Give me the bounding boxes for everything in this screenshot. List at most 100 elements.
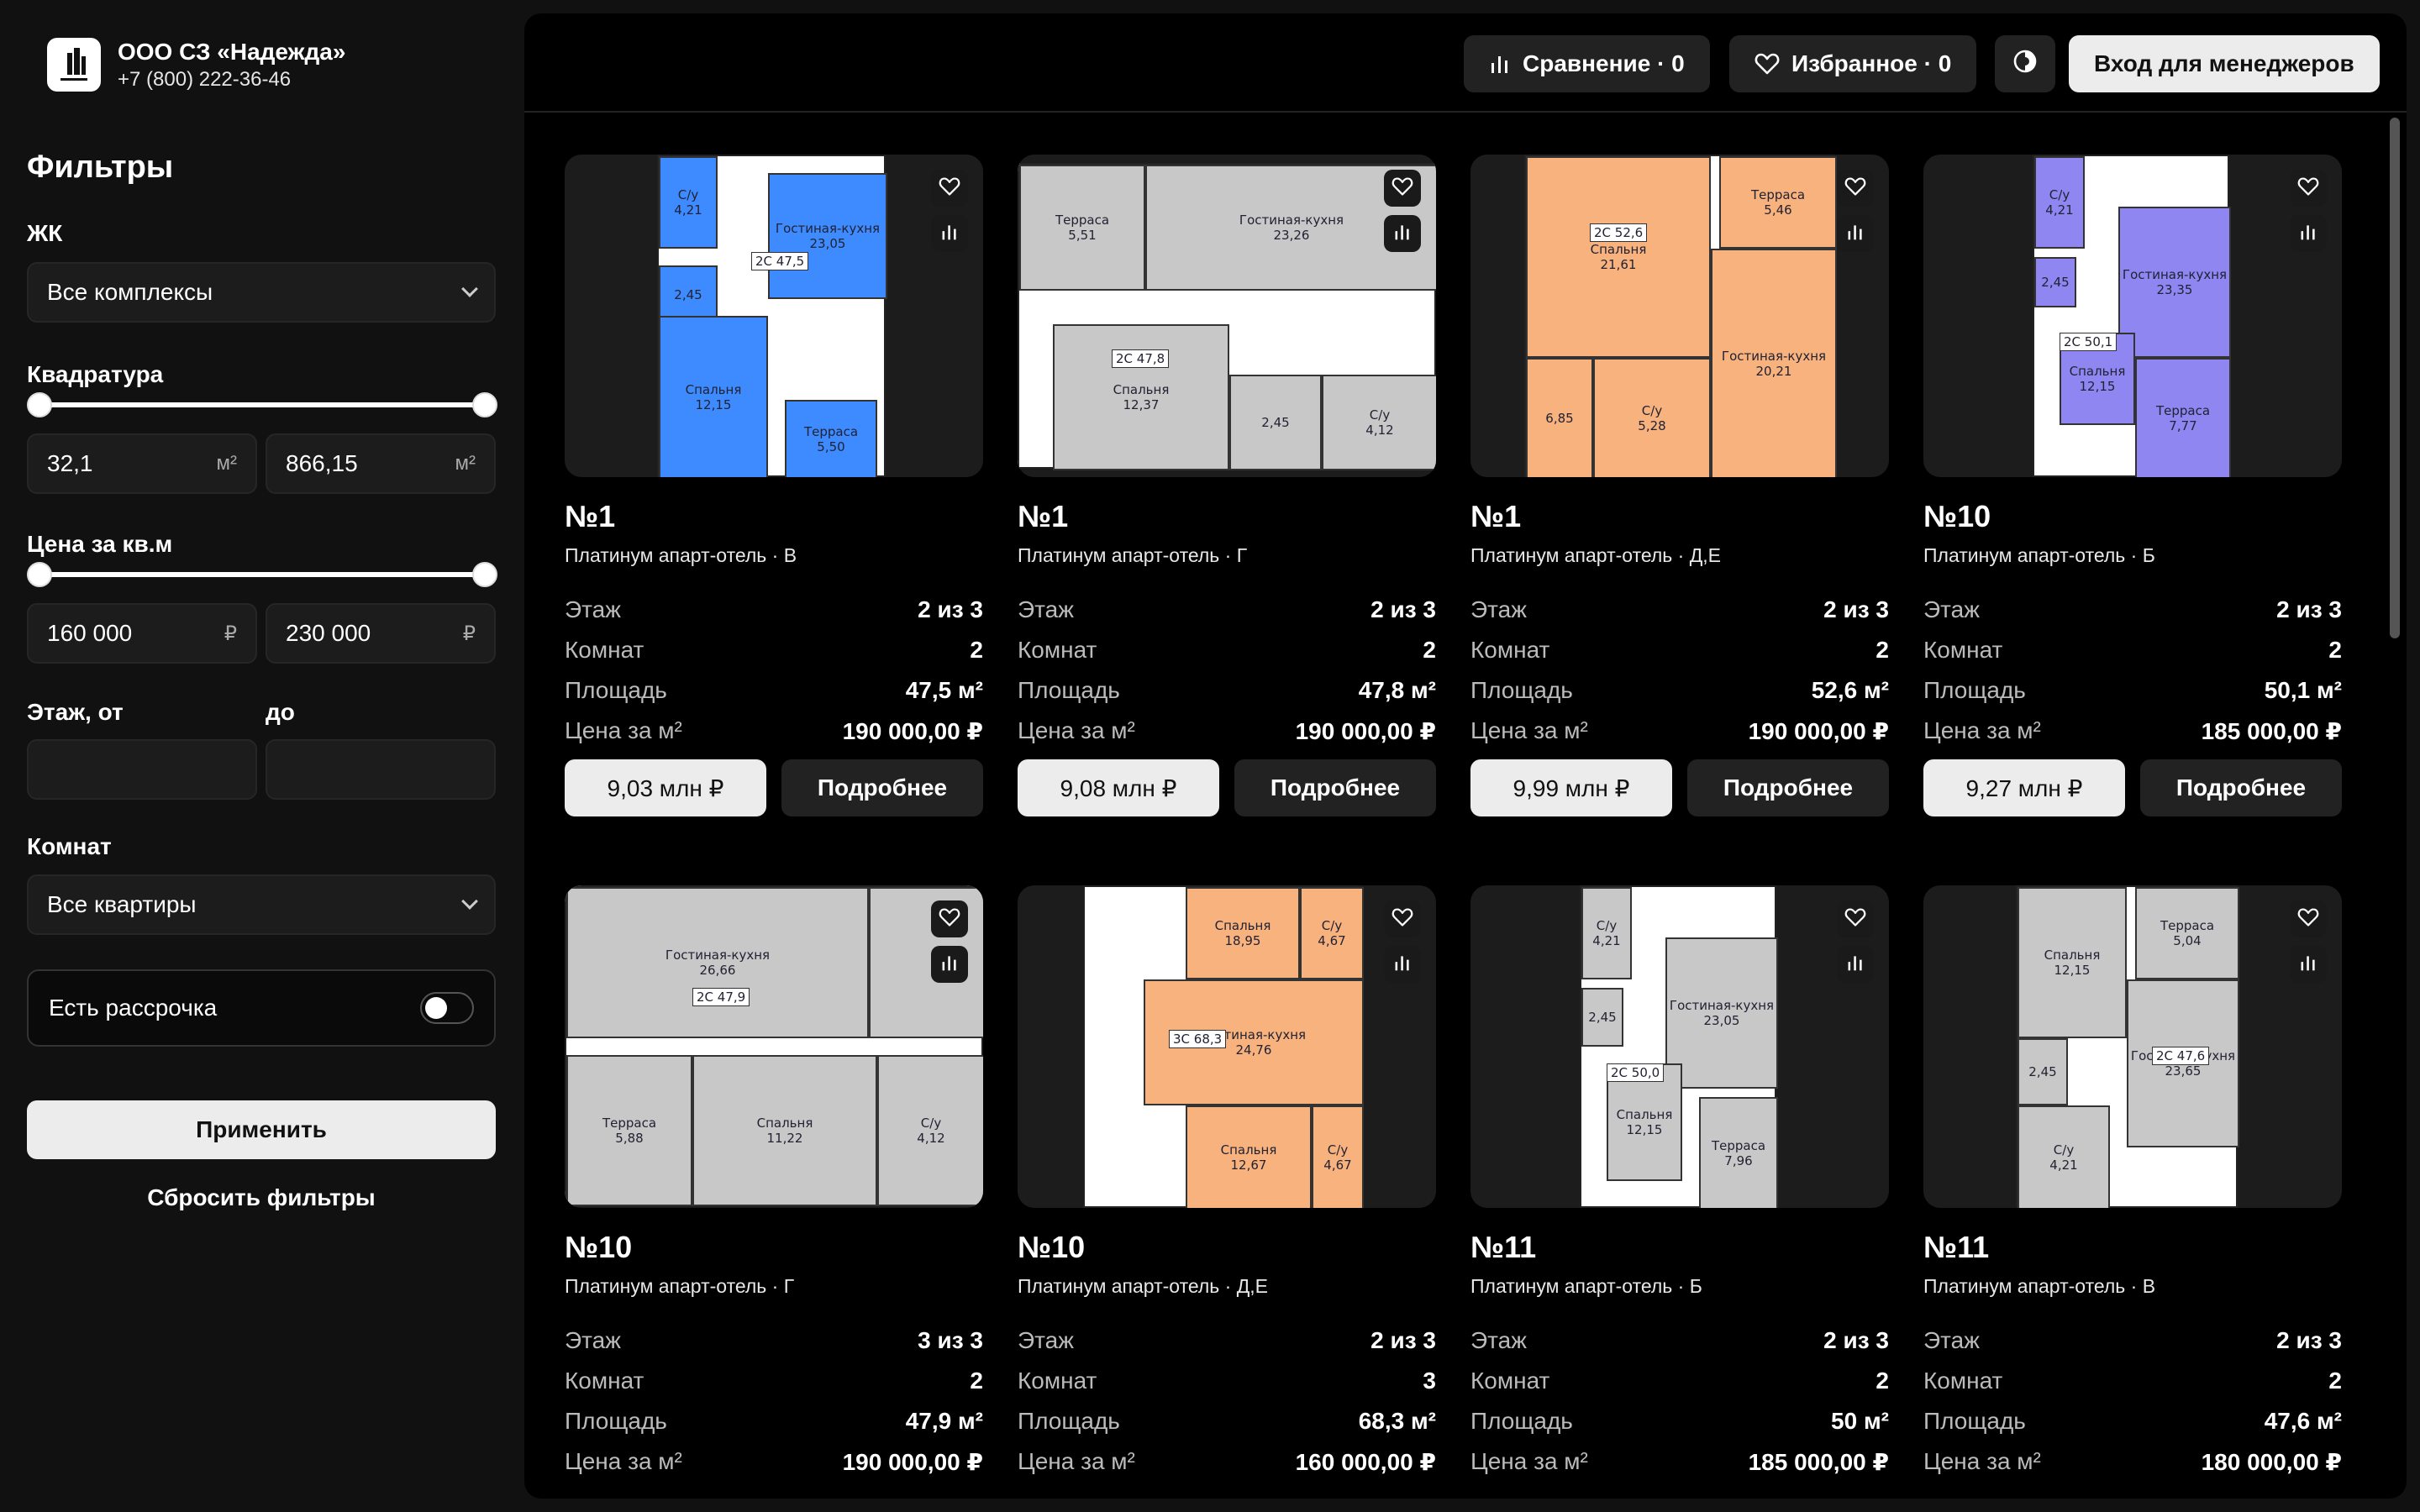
area-row: Площадь 50,1 м² <box>1923 677 2342 704</box>
plan-room-label: Терраса 5,04 <box>2160 918 2215 948</box>
company-name: ООО СЗ «Надежда» <box>118 39 346 65</box>
compare-toggle-button[interactable] <box>931 946 968 983</box>
floor-plan-image[interactable]: Спальня 21,61 Терраса 5,46 Гостиная-кухня … <box>1470 155 1889 477</box>
plan-room-label: Гостиная-кухня 20,21 <box>1721 349 1827 379</box>
floor-plan-image[interactable]: Спальня 12,15Терраса 5,04Гостиная-кухня … <box>1923 885 2342 1208</box>
installment-switch[interactable] <box>420 992 474 1024</box>
floor-plan-image[interactable]: Гостиная-кухня 26,66 Терраса 5,88 Спальня … <box>565 885 983 1208</box>
floor-plan-image[interactable]: С/у 4,21 2,45 Гостиная-кухня 23,05 Спальня … <box>565 155 983 477</box>
plan-room: С/у 4,21 <box>659 156 718 249</box>
floor-plan-image[interactable]: С/у 4,21 2,45 Гостиная-кухня 23,35 Спальня … <box>1923 155 2342 477</box>
price-range-slider[interactable] <box>27 562 497 587</box>
favorite-button[interactable] <box>931 170 968 207</box>
total-price-button[interactable]: 9,99 млн ₽ <box>1470 759 1672 816</box>
rooms-value: 2 <box>1423 637 1436 663</box>
total-price-button[interactable]: 9,08 млн ₽ <box>1018 759 1219 816</box>
plan-tag: 3С 68,3 <box>1169 1030 1227 1048</box>
area-value: 50 м² <box>1831 1408 1889 1434</box>
rooms-row: Комнат 2 <box>1018 637 1436 664</box>
compare-toggle-button[interactable] <box>1837 946 1874 983</box>
plan-room: С/у 4,12 <box>1322 375 1436 470</box>
floor-to-input[interactable] <box>266 739 496 800</box>
favorite-button[interactable] <box>1837 900 1874 937</box>
plan-room-label: С/у 4,21 <box>2049 1142 2078 1173</box>
area-row: Площадь 68,3 м² <box>1018 1408 1436 1435</box>
area-min-handle[interactable] <box>27 392 52 417</box>
price-label: Цена за кв.м <box>27 531 173 557</box>
heart-icon <box>2297 176 2319 201</box>
plan-room: Терраса 5,50 <box>785 400 877 477</box>
price-min-handle[interactable] <box>27 562 52 587</box>
floor-row: Этаж 2 из 3 <box>1923 1327 2342 1354</box>
price-max-handle[interactable] <box>472 562 497 587</box>
floor-plan-image[interactable]: С/у 4,21 2,45 Гостиная-кухня 23,05 Спальня … <box>1470 885 1889 1208</box>
floor-value: 2 из 3 <box>2276 1327 2342 1353</box>
area-row: Площадь 47,8 м² <box>1018 677 1436 704</box>
rooms-key: Комнат <box>1470 1368 1550 1394</box>
apply-button[interactable]: Применить <box>27 1100 496 1159</box>
floor-plan: Спальня 21,61 Терраса 5,46 Гостиная-кухня … <box>1524 155 1837 477</box>
area-value: 47,6 м² <box>2264 1408 2342 1434</box>
details-button[interactable]: Подробнее <box>1687 759 1889 816</box>
plan-room: Спальня 12,15 <box>659 316 768 477</box>
price-m2-row: Цена за м² 190 000,00 ₽ <box>565 717 983 745</box>
price-min-input[interactable]: 160 000 ₽ <box>27 603 257 664</box>
details-button[interactable]: Подробнее <box>1234 759 1436 816</box>
bar-chart-icon <box>2299 223 2317 245</box>
theme-toggle-button[interactable] <box>1995 35 2055 92</box>
total-price-button[interactable]: 9,03 млн ₽ <box>565 759 766 816</box>
area-row: Площадь 47,6 м² <box>1923 1408 2342 1435</box>
area-max-handle[interactable] <box>472 392 497 417</box>
apartment-complex: Платинум апарт-отель · Г <box>1018 544 1248 566</box>
brand[interactable]: ООО СЗ «Надежда» +7 (800) 222-36-46 <box>47 37 345 92</box>
total-price-button[interactable]: 9,27 млн ₽ <box>1923 759 2125 816</box>
floor-plan: С/у 4,21 2,45 Гостиная-кухня 23,05 Спальня … <box>1580 885 1778 1208</box>
area-range-slider[interactable] <box>27 392 497 417</box>
favorite-button[interactable] <box>931 900 968 937</box>
scrollbar-thumb[interactable] <box>2390 118 2400 638</box>
favorite-button[interactable] <box>1384 900 1421 937</box>
apartment-number: №1 <box>1470 499 1522 533</box>
floor-plan: Спальня 18,95 С/у 4,67 Гостиная-кухня 24,7… <box>1083 885 1364 1208</box>
floor-key: Этаж <box>1923 596 1980 622</box>
details-button[interactable]: Подробнее <box>2140 759 2342 816</box>
area-max-input[interactable]: 866,15 м² <box>266 433 496 494</box>
favorite-button[interactable] <box>2290 900 2327 937</box>
floor-plan-image[interactable]: Терраса 5,51 Гостиная-кухня 23,26 Спальня … <box>1018 155 1436 477</box>
details-button[interactable]: Подробнее <box>781 759 983 816</box>
compare-toggle-button[interactable] <box>1384 215 1421 252</box>
compare-button[interactable]: Сравнение · 0 <box>1464 35 1710 92</box>
plan-room-label: С/у 4,21 <box>1592 918 1621 948</box>
manager-login-button[interactable]: Вход для менеджеров <box>2069 35 2380 92</box>
favorite-button[interactable] <box>1837 170 1874 207</box>
area-min-input[interactable]: 32,1 м² <box>27 433 257 494</box>
rooms-select[interactable]: Все квартиры <box>27 874 496 935</box>
plan-room-label: Гостиная-кухня 23,35 <box>2122 267 2228 297</box>
compare-toggle-button[interactable] <box>2290 215 2327 252</box>
price-max-input[interactable]: 230 000 ₽ <box>266 603 496 664</box>
reset-filters-button[interactable]: Сбросить фильтры <box>27 1184 496 1211</box>
favorites-button[interactable]: Избранное · 0 <box>1729 35 1977 92</box>
compare-toggle-button[interactable] <box>1384 946 1421 983</box>
favorite-button[interactable] <box>2290 170 2327 207</box>
floor-plan-image[interactable]: Спальня 18,95 С/у 4,67 Гостиная-кухня 24,7… <box>1018 885 1436 1208</box>
plan-room: Гостиная-кухня 23,05 <box>1665 937 1778 1089</box>
area-key: Площадь <box>1018 1408 1120 1434</box>
compare-toggle-button[interactable] <box>2290 946 2327 983</box>
floor-plan: С/у 4,21 2,45 Гостиная-кухня 23,35 Спальня … <box>2033 155 2231 477</box>
complex-select[interactable]: Все комплексы <box>27 262 496 323</box>
price-unit: ₽ <box>462 622 476 645</box>
plan-room-label: Спальня 12,15 <box>2069 364 2126 394</box>
area-value: 50,1 м² <box>2264 677 2342 703</box>
installment-toggle-row[interactable]: Есть рассрочка <box>27 969 496 1047</box>
price-m2-value: 190 000,00 ₽ <box>842 718 983 744</box>
compare-toggle-button[interactable] <box>1837 215 1874 252</box>
plan-room: С/у 4,12 <box>877 1055 983 1206</box>
apartment-number: №11 <box>1470 1230 1537 1264</box>
floor-row: Этаж 2 из 3 <box>1018 1327 1436 1354</box>
floor-from-input[interactable] <box>27 739 257 800</box>
favorite-button[interactable] <box>1384 170 1421 207</box>
apartment-number: №1 <box>565 499 616 533</box>
compare-toggle-button[interactable] <box>931 215 968 252</box>
floor-key: Этаж <box>1018 596 1074 622</box>
